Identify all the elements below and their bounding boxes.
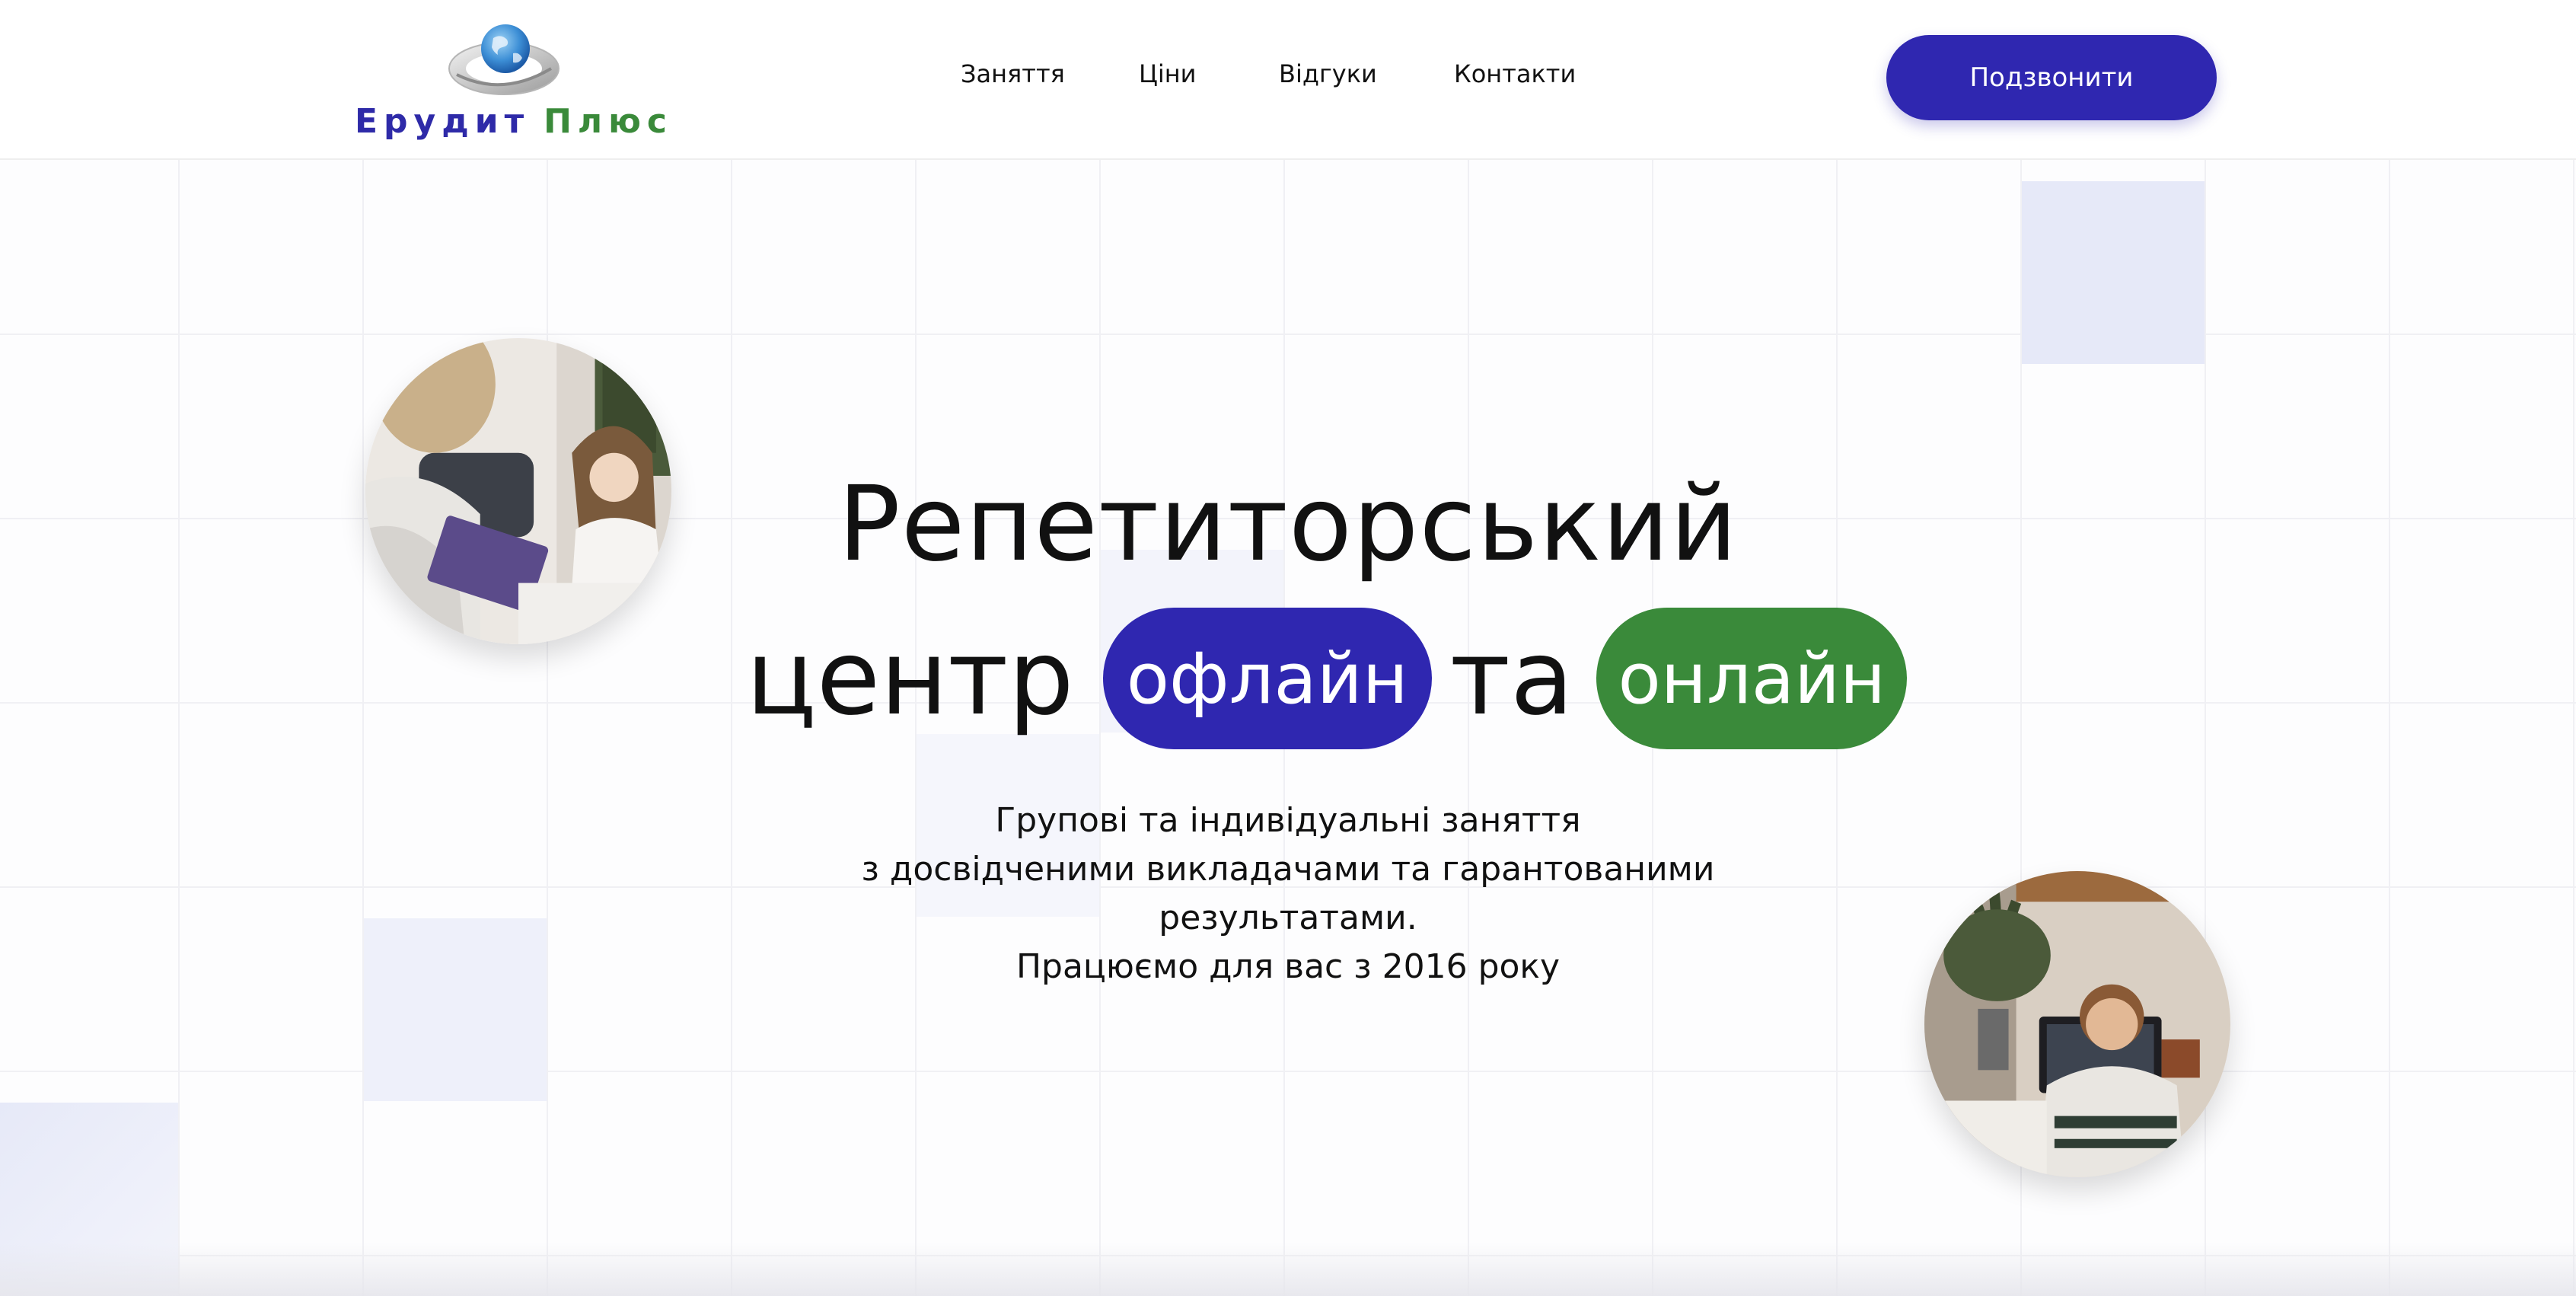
hero-title-line2: центр офлайн та онлайн: [746, 606, 1908, 751]
site-logo[interactable]: Ерудит Плюс: [352, 17, 667, 141]
hero-title-word-and: та: [1449, 618, 1574, 739]
badge-offline: офлайн: [1102, 608, 1432, 749]
nav-item-reviews[interactable]: Відгуки: [1279, 59, 1377, 88]
site-header: Ерудит Плюс Заняття Ціни Відгуки Контакти…: [0, 0, 2576, 160]
badge-online: онлайн: [1596, 608, 1908, 749]
hero-title-line1: Репетиторський: [837, 464, 1739, 585]
globe-logo-icon: [448, 24, 560, 95]
section-bottom-shadow: [0, 1243, 2576, 1296]
grid-tile-decoration: [2022, 181, 2205, 364]
logo-word-erudyt: Ерудит: [355, 102, 531, 141]
logo-wordmark: Ерудит Плюс: [355, 102, 673, 141]
hero-subtitle-line: з досвідченими викладачами та гарантован…: [861, 850, 1715, 889]
nav-item-prices[interactable]: Ціни: [1139, 59, 1196, 88]
hero-subtitle-line: Групові та індивідуальні заняття: [995, 801, 1581, 840]
hero-subtitle: Групові та індивідуальні заняття з досві…: [793, 796, 1783, 991]
hero-subtitle-line: результатами.: [1159, 899, 1417, 937]
photo-child-online-lesson: [1924, 871, 2230, 1177]
call-button[interactable]: Подзвонити: [1886, 35, 2217, 120]
nav-item-classes[interactable]: Заняття: [961, 59, 1065, 88]
nav-item-contacts[interactable]: Контакти: [1454, 59, 1576, 88]
hero-section: Репетиторський центр офлайн та онлайн Гр…: [0, 160, 2576, 1296]
hero-title-word-center: центр: [746, 618, 1074, 739]
logo-word-plus: Плюс: [544, 102, 674, 141]
hero-subtitle-line: Працюємо для вас з 2016 року: [1015, 947, 1561, 986]
grid-tile-decoration: [364, 918, 547, 1101]
